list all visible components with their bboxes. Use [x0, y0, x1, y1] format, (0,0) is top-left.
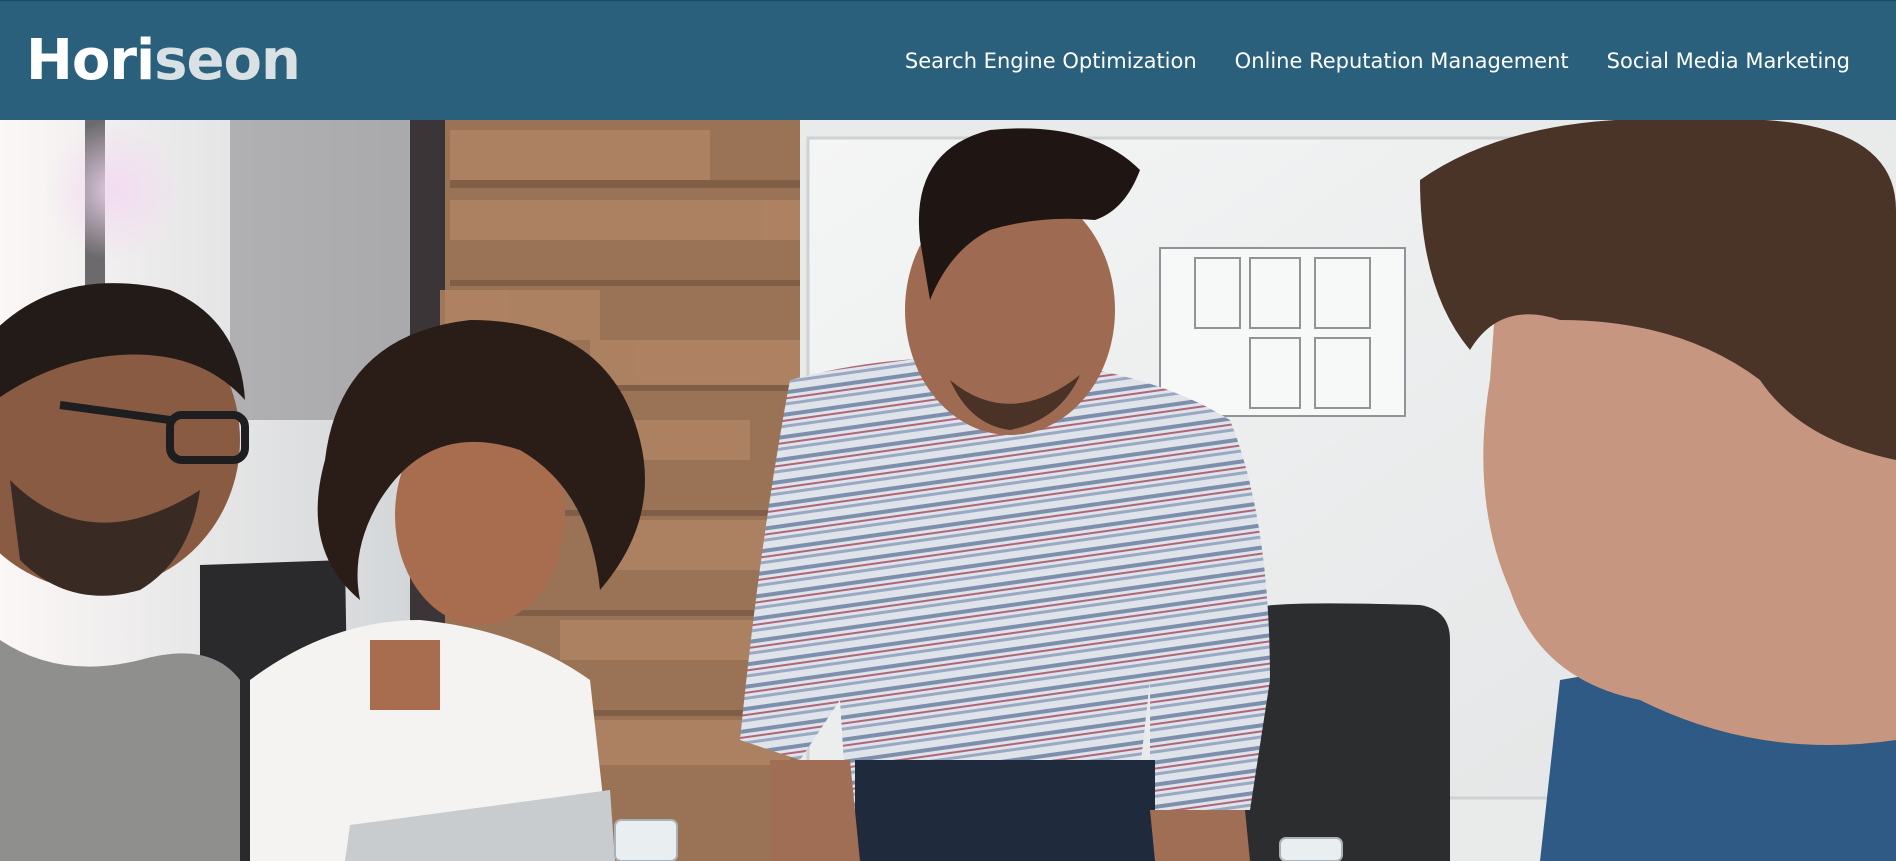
team-meeting-photo: [0, 120, 1896, 861]
nav-link-social-media-marketing[interactable]: Social Media Marketing: [1607, 49, 1850, 73]
logo-text-secondary: seon: [154, 28, 301, 93]
nav-item-orm: Online Reputation Management: [1235, 45, 1569, 77]
logo-text-primary: Hori: [26, 28, 155, 93]
site-logo[interactable]: Horiseon: [26, 28, 301, 93]
site-header: Horiseon Search Engine Optimization Onli…: [0, 0, 1896, 120]
nav-link-search-engine-optimization[interactable]: Search Engine Optimization: [905, 49, 1197, 73]
nav-item-seo: Search Engine Optimization: [905, 45, 1197, 77]
main-nav: Search Engine Optimization Online Reputa…: [905, 45, 1850, 77]
nav-link-online-reputation-management[interactable]: Online Reputation Management: [1235, 49, 1569, 73]
hero-image: [0, 120, 1896, 861]
nav-item-smm: Social Media Marketing: [1607, 45, 1850, 77]
